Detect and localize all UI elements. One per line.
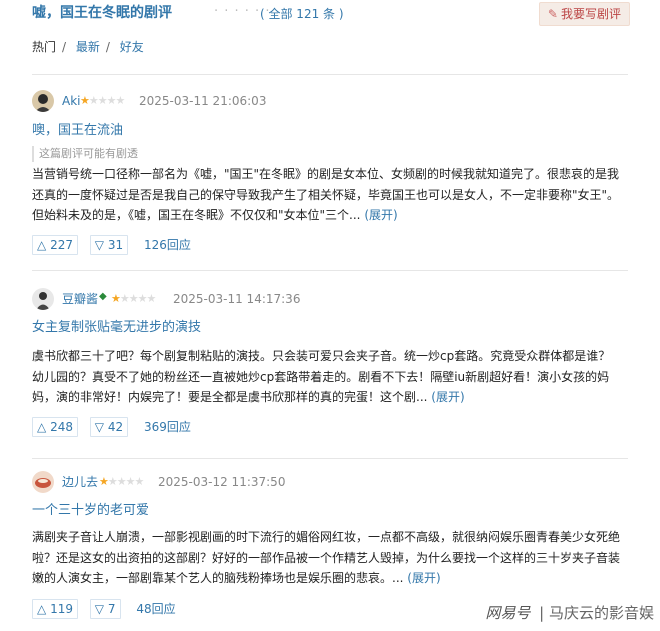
upvote-count: 248 [50, 420, 73, 434]
upvote-count: 119 [50, 602, 73, 616]
expand-link[interactable]: (展开) [364, 208, 397, 222]
sort-friends[interactable]: 好友 [120, 40, 144, 54]
sort-newest[interactable]: 最新 [76, 40, 100, 54]
avatar[interactable] [32, 471, 54, 493]
page-header: 嘘，国王在冬眠的剧评 · · · · · · ( 全部 121 条 ) ✎ 我要写… [32, 2, 630, 26]
write-review-label: 我要写剧评 [560, 7, 621, 21]
divider [32, 270, 628, 271]
rating-stars: ★★★★★ [99, 475, 144, 488]
upvote-button[interactable]: △ 248 [32, 417, 78, 437]
upvote-button[interactable]: △ 227 [32, 235, 78, 255]
avatar[interactable] [32, 90, 54, 112]
review-actions: △ 248 ▽ 42 369回应 [32, 417, 191, 437]
thumb-down-icon: ▽ [94, 602, 105, 616]
downvote-button[interactable]: ▽ 42 [89, 417, 129, 437]
thumb-down-icon: ▽ [94, 238, 105, 252]
review-item: 豆瓣酱 ◆ ★★★★★ 2025-03-11 14:17:36 女主复制张贴毫无… [32, 288, 628, 448]
divider [32, 74, 628, 75]
page-title[interactable]: 嘘，国王在冬眠的剧评 [32, 3, 172, 23]
expand-link[interactable]: (展开) [407, 571, 440, 585]
reviewer-name[interactable]: Aki [62, 92, 81, 110]
review-headline[interactable]: 一个三十岁的老可爱 [32, 501, 149, 521]
review-text: 当营销号统一口径称一部名为《嘘，"国王"在冬眠》的剧是女本位、女频剧的时候我就知… [32, 167, 620, 222]
watermark-name: 马庆云的影音娱 [548, 604, 654, 622]
thumb-up-icon: △ [37, 602, 47, 616]
upvote-button[interactable]: △ 119 [32, 599, 78, 619]
downvote-count: 31 [107, 238, 124, 252]
review-text: 满剧夹子音让人崩溃，一部影视剧画的时下流行的媚俗网红妆，一点都不高级，就很纳闷娱… [32, 530, 621, 585]
divider [32, 458, 628, 459]
sort-hot[interactable]: 热门 [32, 40, 56, 54]
rating-stars: ★★★★★ [80, 94, 125, 107]
downvote-count: 42 [107, 420, 124, 434]
thumb-up-icon: △ [37, 420, 47, 434]
review-body: 当营销号统一口径称一部名为《嘘，"国王"在冬眠》的剧是女本位、女频剧的时候我就知… [32, 164, 622, 226]
spoiler-warning: 这篇剧评可能有剧透 [32, 146, 138, 162]
downvote-count: 7 [107, 602, 116, 616]
replies-link[interactable]: 48回应 [136, 602, 175, 616]
review-body: 虞书欣都三十了吧？每个剧复制粘贴的演技。只会装可爱只会夹子音。统一炒cp套路。究… [32, 346, 622, 408]
review-headline[interactable]: 噢，国王在流油 [32, 121, 123, 141]
downvote-button[interactable]: ▽ 31 [89, 235, 129, 255]
review-actions: △ 119 ▽ 7 48回应 [32, 599, 176, 619]
thumb-down-icon: ▽ [94, 420, 105, 434]
reviewer-name[interactable]: 豆瓣酱 [62, 290, 98, 308]
reviewer-name[interactable]: 边儿去 [62, 473, 98, 491]
downvote-button[interactable]: ▽ 7 [89, 599, 121, 619]
badge-icon: ◆ [99, 291, 107, 302]
avatar[interactable] [32, 288, 54, 310]
review-date: 2025-03-11 21:06:03 [139, 94, 267, 108]
review-count[interactable]: ( 全部 121 条 ) [260, 5, 344, 23]
rating-stars: ★★★★★ [111, 292, 156, 305]
pen-icon: ✎ [547, 7, 558, 21]
watermark-brand: 网易号 [485, 604, 531, 622]
review-item: Aki ★★★★★ 2025-03-11 21:06:03 噢，国王在流油 这篇… [32, 90, 628, 260]
review-date: 2025-03-12 11:37:50 [158, 475, 286, 489]
replies-link[interactable]: 369回应 [144, 420, 191, 434]
upvote-count: 227 [50, 238, 73, 252]
sort-separator: / [105, 40, 110, 54]
sort-separator: / [62, 40, 67, 54]
review-text: 虞书欣都三十了吧？每个剧复制粘贴的演技。只会装可爱只会夹子音。统一炒cp套路。究… [32, 349, 611, 404]
replies-link[interactable]: 126回应 [144, 238, 191, 252]
review-actions: △ 227 ▽ 31 126回应 [32, 235, 191, 255]
watermark: 网易号 | 马庆云的影音娱 [485, 602, 654, 623]
thumb-up-icon: △ [37, 238, 47, 252]
write-review-button[interactable]: ✎ 我要写剧评 [538, 2, 630, 26]
watermark-separator: | [539, 604, 545, 622]
sort-bar: 热门 / 最新 / 好友 [32, 38, 150, 56]
review-date: 2025-03-11 14:17:36 [173, 292, 301, 306]
review-headline[interactable]: 女主复制张贴毫无进步的演技 [32, 318, 201, 338]
expand-link[interactable]: (展开) [431, 390, 464, 404]
review-body: 满剧夹子音让人崩溃，一部影视剧画的时下流行的媚俗网红妆，一点都不高级，就很纳闷娱… [32, 527, 622, 589]
